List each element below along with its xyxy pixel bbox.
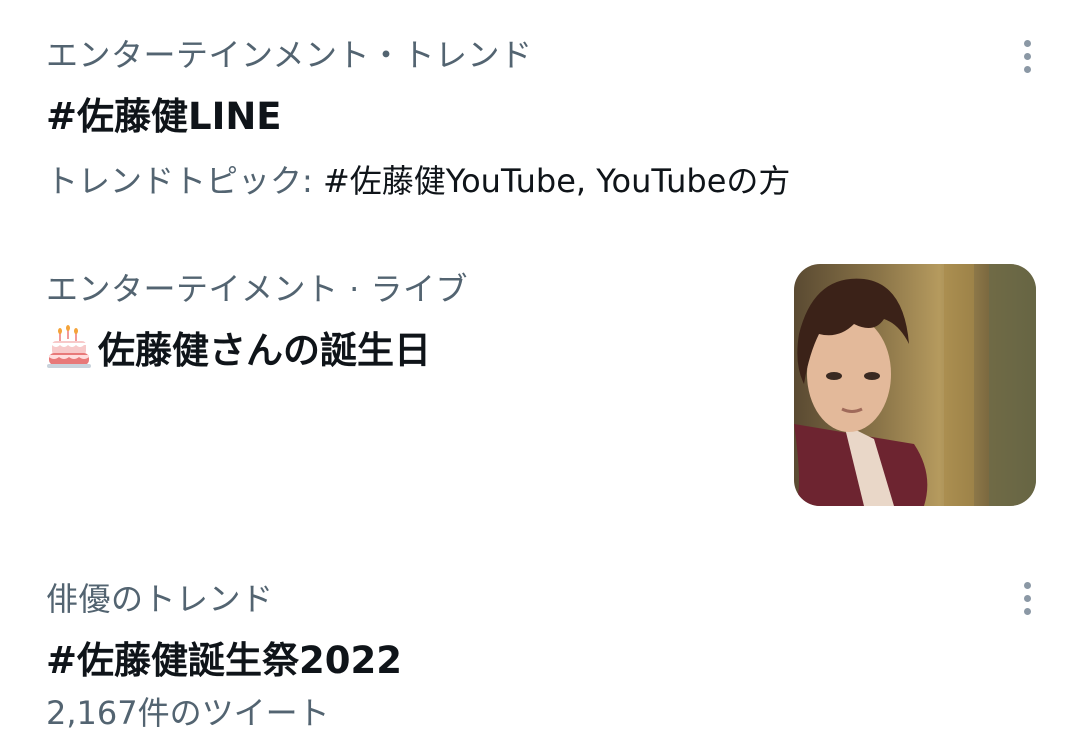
- trend-category: 俳優のトレンド: [46, 580, 274, 618]
- trend-title: #佐藤健誕生祭2022: [46, 639, 402, 682]
- trend-item[interactable]: 俳優のトレンド #佐藤健誕生祭2022 2,167件のツイート: [0, 560, 1080, 733]
- trend-topics-value: #佐藤健YouTube, YouTubeの方: [322, 162, 791, 200]
- more-dot-icon: [1023, 52, 1031, 60]
- trend-topics-label: トレンドトピック:: [46, 162, 313, 200]
- trend-topics: トレンドトピック: #佐藤健YouTube, YouTubeの方: [46, 156, 790, 202]
- trend-title: #佐藤健LINE: [46, 95, 282, 138]
- trend-item[interactable]: エンターテイメント · ライブ 佐藤健さんの誕生日: [0, 232, 1080, 532]
- more-dot-icon: [1023, 607, 1031, 615]
- trend-title: 佐藤健さんの誕生日: [98, 329, 431, 372]
- trend-category: エンターテイメント · ライブ: [46, 270, 469, 308]
- more-dot-icon: [1023, 65, 1031, 73]
- trend-tweet-count: 2,167件のツイート: [46, 694, 330, 732]
- trend-title-row: 佐藤健さんの誕生日: [46, 320, 431, 374]
- more-options-button[interactable]: [1012, 578, 1042, 618]
- trend-thumbnail-image: [794, 264, 1036, 506]
- more-options-button[interactable]: [1012, 36, 1042, 76]
- trend-item[interactable]: エンターテインメント・トレンド #佐藤健LINE トレンドトピック: #佐藤健Y…: [0, 0, 1080, 232]
- more-dot-icon: [1023, 594, 1031, 602]
- more-dot-icon: [1023, 581, 1031, 589]
- birthday-cake-icon: [46, 323, 94, 371]
- trend-category: エンターテインメント・トレンド: [46, 36, 533, 74]
- more-dot-icon: [1023, 39, 1031, 47]
